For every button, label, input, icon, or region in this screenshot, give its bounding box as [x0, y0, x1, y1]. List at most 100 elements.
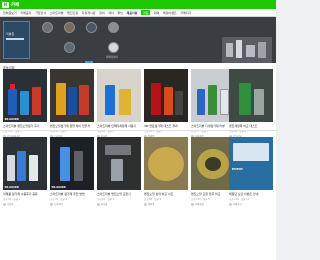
nav-item-event[interactable]: 체험이벤트 [163, 11, 177, 15]
review-thumbnail[interactable]: SN-GUARD [3, 137, 47, 190]
bottle-shape [7, 155, 15, 181]
bottle-shape [74, 151, 83, 181]
review-author[interactable]: 리뷰어 [3, 202, 47, 206]
review-title[interactable]: 3M 연료첨가제 테스트 결과 [144, 124, 188, 128]
review-thumbnail[interactable] [97, 137, 141, 190]
nav-item-product-review[interactable]: 제품리뷰 [127, 11, 138, 15]
banner-card-title: 리뷰존 [6, 32, 15, 36]
review-thumbnail[interactable] [50, 69, 94, 122]
review-thumbnail[interactable]: SN-GUARD [3, 69, 47, 122]
engine-part-shape [111, 159, 123, 181]
event-banner-shape [233, 143, 269, 161]
bottle-shape [56, 83, 66, 115]
nav-item-smart-review[interactable]: 스마트리뷰 [50, 11, 64, 15]
review-meta: 조회 55 · 댓글 2 [3, 198, 21, 201]
review-title[interactable]: 스마트리뷰 엔진오일첨가 후기 [3, 124, 47, 128]
review-author[interactable]: 차사랑 [97, 202, 141, 206]
bottle-shape [220, 89, 229, 115]
bottle-shape [254, 89, 264, 115]
avatar-label: 카페리뷰어 [106, 56, 118, 59]
banner-feature-card[interactable]: 리뷰존 [3, 21, 30, 59]
review-title[interactable]: 엔진오일첨가제 정말 차이 있을까 [50, 124, 94, 128]
bottle-cap [10, 84, 15, 89]
review-title[interactable]: 체험단 모집 이벤트 안내 [229, 192, 273, 196]
nav-item-all[interactable]: 전체글보기 [3, 11, 17, 15]
nav-item-tuning[interactable]: 튜닝 [117, 11, 123, 15]
banner-card-bar [6, 38, 24, 40]
bottle-shape [20, 91, 29, 115]
review-author[interactable]: 정비왕 [144, 202, 188, 206]
cafe-banner: 리뷰존 카페리뷰어 [0, 17, 276, 63]
naver-logo-icon[interactable]: N [2, 1, 9, 8]
review-thumbnail[interactable] [144, 137, 188, 190]
nav-item-manager[interactable]: 카페지기 [180, 11, 191, 15]
review-title[interactable]: 스마트리뷰 인젝터세정제 사용기 [97, 124, 141, 128]
thumbnail-tag: SN-GUARD [4, 117, 19, 121]
nav-item-question[interactable]: 질문 [141, 9, 151, 16]
nav-item-free-board[interactable]: 자유게시판 [82, 11, 96, 15]
review-thumbnail[interactable] [229, 69, 273, 122]
author-avatar [144, 202, 147, 206]
bottle-shape [239, 83, 251, 115]
review-author[interactable]: 드라이버 [50, 202, 94, 206]
review-title[interactable]: 스마트리뷰 엔진오일 교환기 [97, 192, 141, 196]
bottle-shape [8, 89, 17, 115]
author-name: 리뷰어 [7, 203, 14, 206]
cafe-wordmark[interactable]: 카페 [11, 2, 19, 8]
nav-item-greeting[interactable]: 가입인사 [35, 11, 46, 15]
review-title[interactable]: 스마트리뷰 첨가제 주입 방법 [50, 192, 94, 196]
bottle-shape [164, 87, 173, 115]
review-title[interactable]: 엔진세정제 비교 테스트 [229, 124, 273, 128]
bottle-shape [17, 151, 26, 181]
photo-review-section: 포토리뷰 SN-GUARD 스마트리뷰 엔진오일첨가 후기 조회 120 · 댓… [0, 63, 276, 260]
review-title[interactable]: 각제품 첨가제 사용후기 공유 [3, 192, 47, 196]
menu-nav: 전체글보기 카페공지 가입인사 스마트리뷰 엔진오일 자유게시판 정비 세차 튜… [0, 9, 276, 17]
bottle-shape [79, 85, 89, 115]
avatar[interactable] [86, 22, 97, 33]
nav-item-maintenance[interactable]: 정비 [99, 11, 105, 15]
author-avatar [191, 202, 194, 206]
review-thumbnail[interactable] [97, 69, 141, 122]
parts-item [236, 40, 242, 58]
avatar[interactable] [108, 22, 119, 33]
author-name: 차사랑 [101, 203, 108, 206]
bottle-shape [175, 91, 183, 115]
review-meta: 조회 210 · 댓글 12 [229, 198, 250, 201]
review-thumbnail[interactable]: EVENT [229, 137, 273, 190]
review-thumbnail[interactable]: SN-GUARD [50, 137, 94, 190]
author-name: 정비왕 [148, 203, 155, 206]
bottle-shape [68, 87, 77, 115]
bottle-shape [119, 89, 131, 115]
avatar[interactable] [64, 42, 75, 53]
review-author[interactable]: 카페지기 [229, 202, 273, 206]
nav-item-wash[interactable]: 세차 [108, 11, 114, 15]
parts-item [258, 42, 266, 58]
bottle-shape [197, 89, 205, 115]
author-name: 카페회원 [195, 203, 204, 206]
nav-item-engine-oil[interactable]: 엔진오일 [67, 11, 78, 15]
review-title[interactable]: 엔진오일 상태 비교 사진 [144, 192, 188, 196]
author-avatar [97, 202, 100, 206]
avatar[interactable] [108, 42, 119, 53]
row-divider [0, 130, 276, 131]
nav-item-rental[interactable]: 대여 [154, 11, 160, 15]
auto-parts-image[interactable] [222, 37, 272, 63]
bottle-shape [151, 83, 161, 115]
oil-shape [148, 147, 184, 181]
author-avatar [3, 202, 6, 206]
review-meta: 조회 88 · 댓글 6 [144, 198, 162, 201]
avatar[interactable] [64, 22, 75, 33]
bottle-shape [32, 87, 41, 115]
thumbnail-tag: SN-GUARD [4, 185, 19, 189]
bottle-shape [208, 85, 217, 115]
bottle-shape [29, 155, 38, 181]
author-avatar [50, 202, 53, 206]
review-thumbnail[interactable] [144, 69, 188, 122]
bottle-shape [60, 147, 70, 181]
engine-part-shape [105, 145, 131, 155]
bottle-shape [105, 85, 115, 115]
nav-item-notice[interactable]: 카페공지 [20, 11, 31, 15]
parts-item [246, 45, 255, 57]
review-meta: 조회 70 · 댓글 4 [50, 198, 68, 201]
avatar[interactable] [42, 22, 53, 33]
